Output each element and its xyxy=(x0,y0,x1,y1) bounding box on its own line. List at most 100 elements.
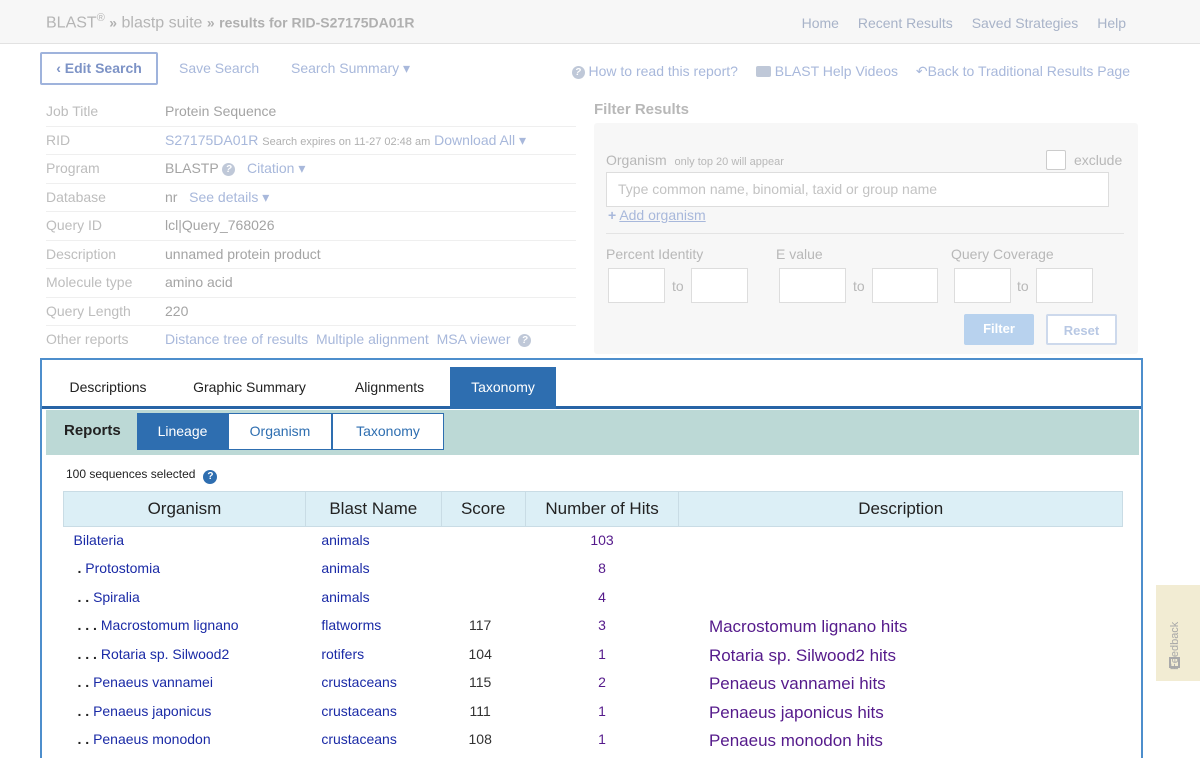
exclude-checkbox[interactable] xyxy=(1046,150,1066,170)
identity-min-input[interactable] xyxy=(608,268,665,303)
lineage-dots: . . xyxy=(77,674,90,690)
header-description[interactable]: Description xyxy=(678,491,1123,527)
question-icon[interactable]: ? xyxy=(222,163,236,176)
see-details-dropdown[interactable]: See details ▾ xyxy=(189,189,269,205)
how-to-read-link[interactable]: ? How to read this report? xyxy=(571,63,738,79)
score-cell xyxy=(441,527,525,556)
suite-link[interactable]: blastp suite xyxy=(122,14,203,31)
organism-link[interactable]: Rotaria sp. Silwood2 xyxy=(101,646,229,662)
organism-link[interactable]: Penaeus japonicus xyxy=(93,703,211,719)
report-taxonomy-button[interactable]: Taxonomy xyxy=(332,413,444,450)
description-link[interactable]: Penaeus vannamei hits xyxy=(709,674,886,693)
organism-cell: . . Penaeus vannamei xyxy=(64,669,306,698)
table-row: . Protostomia animals 8 xyxy=(64,555,1123,584)
blast-name-link[interactable]: animals xyxy=(321,560,369,576)
tab-taxonomy[interactable]: Taxonomy xyxy=(450,367,556,409)
report-organism-button[interactable]: Organism xyxy=(228,413,332,450)
description-link[interactable]: Penaeus japonicus hits xyxy=(709,703,884,722)
back-traditional-link[interactable]: ↶Back to Traditional Results Page xyxy=(916,63,1130,79)
description-link[interactable]: Macrostomum lignano hits xyxy=(709,617,907,636)
header-organism[interactable]: Organism xyxy=(63,491,306,527)
blast-name-link[interactable]: animals xyxy=(321,532,369,548)
blast-name-link[interactable]: crustaceans xyxy=(321,731,396,747)
taxonomy-table: Organism Blast Name Score Number of Hits… xyxy=(63,491,1123,755)
description-link[interactable]: Penaeus monodon hits xyxy=(709,731,883,750)
evalue-max-input[interactable] xyxy=(872,268,938,303)
blast-name-cell: flatworms xyxy=(305,612,441,641)
hits-link[interactable]: 3 xyxy=(598,617,606,633)
lineage-dots: . . . xyxy=(77,645,97,662)
download-all-dropdown[interactable]: Download All ▾ xyxy=(434,132,526,148)
organism-link[interactable]: Protostomia xyxy=(85,560,160,576)
report-lineage-button[interactable]: Lineage xyxy=(137,413,228,450)
description-cell: Rotaria sp. Silwood2 hits xyxy=(679,641,1123,670)
blast-name-link[interactable]: animals xyxy=(321,589,369,605)
header-score[interactable]: Score xyxy=(440,491,526,527)
job-details: Job Title Protein Sequence RID S27175DA01R… xyxy=(46,98,576,355)
hits-cell: 8 xyxy=(525,555,679,584)
search-summary-dropdown[interactable]: Search Summary ▾ xyxy=(291,60,410,77)
feedback-tab[interactable]: Feedback xyxy=(1156,585,1200,681)
hits-link[interactable]: 1 xyxy=(598,731,606,747)
header-blast-name[interactable]: Blast Name xyxy=(304,491,442,527)
rid-link[interactable]: S27175DA01R xyxy=(165,132,258,148)
tab-graphic-summary[interactable]: Graphic Summary xyxy=(174,367,325,409)
identity-max-input[interactable] xyxy=(691,268,748,303)
description-link[interactable]: Rotaria sp. Silwood2 hits xyxy=(709,646,896,665)
video-icon xyxy=(755,66,771,77)
distance-tree-link[interactable]: Distance tree of results xyxy=(165,331,308,347)
organism-link[interactable]: Spiralia xyxy=(93,589,140,605)
add-organism-link[interactable]: + Add organism xyxy=(608,207,706,223)
hits-link[interactable]: 103 xyxy=(590,532,613,548)
blast-name-link[interactable]: flatworms xyxy=(321,617,381,633)
evalue-min-input[interactable] xyxy=(779,268,846,303)
hits-link[interactable]: 2 xyxy=(598,674,606,690)
header-number-of-hits[interactable]: Number of Hits xyxy=(524,491,680,527)
citation-dropdown[interactable]: Citation ▾ xyxy=(247,160,305,176)
blast-name-cell: animals xyxy=(305,584,441,613)
score-cell xyxy=(441,584,525,613)
nav-recent-results[interactable]: Recent Results xyxy=(858,15,953,31)
tab-descriptions[interactable]: Descriptions xyxy=(50,367,166,409)
multiple-alignment-link[interactable]: Multiple alignment xyxy=(316,331,429,347)
nav-home[interactable]: Home xyxy=(802,15,839,31)
description-value: unnamed protein product xyxy=(165,245,321,262)
reports-bar: Reports Lineage Organism Taxonomy xyxy=(46,410,1139,455)
coverage-max-input[interactable] xyxy=(1036,268,1093,303)
hits-link[interactable]: 1 xyxy=(598,703,606,719)
hits-link[interactable]: 4 xyxy=(598,589,606,605)
blast-name-link[interactable]: crustaceans xyxy=(321,674,396,690)
reset-button[interactable]: Reset xyxy=(1046,314,1117,345)
help-videos-link[interactable]: BLAST Help Videos xyxy=(755,63,898,79)
organism-link[interactable]: Penaeus vannamei xyxy=(93,674,213,690)
blast-name-link[interactable]: crustaceans xyxy=(321,703,396,719)
question-icon[interactable]: ? xyxy=(518,334,532,347)
score-cell: 117 xyxy=(469,617,492,633)
evalue-label: E value xyxy=(776,246,823,262)
help-icon[interactable]: ? xyxy=(203,470,218,484)
msa-viewer-link[interactable]: MSA viewer xyxy=(437,331,511,347)
selected-count-text: 100 sequences selected xyxy=(66,467,196,481)
hits-link[interactable]: 8 xyxy=(598,560,606,576)
score-cell xyxy=(441,555,525,584)
lineage-dots: . . xyxy=(77,731,90,747)
hits-link[interactable]: 1 xyxy=(598,646,606,662)
organism-link[interactable]: Penaeus monodon xyxy=(93,731,211,747)
nav-help[interactable]: Help xyxy=(1097,15,1126,31)
nav-saved-strategies[interactable]: Saved Strategies xyxy=(972,15,1079,31)
blast-name-cell: animals xyxy=(305,527,441,556)
organism-link[interactable]: Bilateria xyxy=(74,532,125,548)
molecule-value: amino acid xyxy=(165,274,233,290)
filter-button[interactable]: Filter xyxy=(964,314,1034,345)
tab-alignments[interactable]: Alignments xyxy=(333,367,446,409)
blast-home-link[interactable]: BLAST xyxy=(46,14,97,31)
description-key: Description xyxy=(46,245,117,262)
organism-note: only top 20 will appear xyxy=(674,156,784,168)
save-search-link[interactable]: Save Search xyxy=(179,60,259,76)
results-tabs: Descriptions Graphic Summary Alignments … xyxy=(42,360,1141,409)
edit-search-button[interactable]: ‹ Edit Search xyxy=(40,52,158,85)
organism-link[interactable]: Macrostomum lignano xyxy=(101,617,239,633)
blast-name-link[interactable]: rotifers xyxy=(321,646,364,662)
organism-input[interactable]: Type common name, binomial, taxid or gro… xyxy=(606,172,1109,207)
coverage-min-input[interactable] xyxy=(954,268,1011,303)
